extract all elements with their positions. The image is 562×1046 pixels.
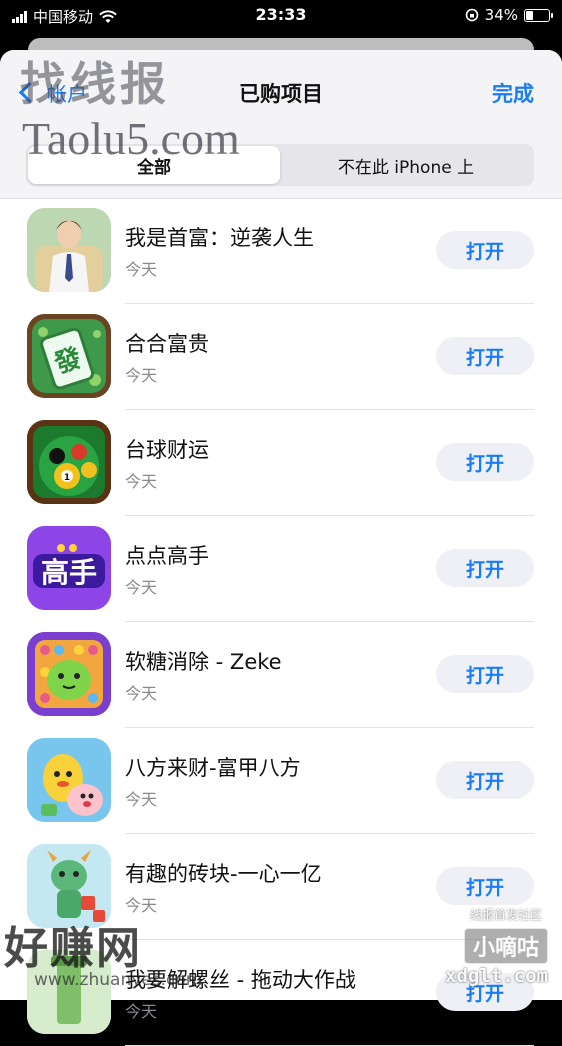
open-button[interactable]: 打开 (436, 761, 534, 799)
app-name: 合合富贵 (125, 332, 209, 356)
open-button[interactable]: 打开 (436, 973, 534, 1011)
app-name: 我是首富：逆袭人生 (125, 226, 314, 250)
segment-not-on-device[interactable]: 不在此 iPhone 上 (280, 146, 532, 184)
mahjong-tile-app-icon[interactable]: 發 (27, 314, 111, 398)
list-item[interactable]: 我是首富：逆袭人生 今天 打开 (0, 198, 562, 304)
list-item[interactable]: 高手 点点高手 今天 打开 (0, 516, 562, 622)
segmented-control: 全部 不在此 iPhone 上 (26, 144, 534, 186)
app-date: 今天 (125, 260, 158, 279)
segment-area: 全部 不在此 iPhone 上 (0, 132, 562, 199)
gaoshou-app-icon[interactable]: 高手 (27, 526, 111, 610)
businessman-app-icon[interactable] (27, 208, 111, 292)
list-item[interactable]: 软糖消除 - Zeke 今天 打开 (0, 622, 562, 728)
segment-all[interactable]: 全部 (28, 146, 280, 184)
battery-icon (524, 8, 553, 22)
billiards-app-icon[interactable]: 1 (27, 420, 111, 504)
open-button[interactable]: 打开 (436, 443, 534, 481)
orientation-lock-icon (465, 8, 478, 22)
open-button[interactable]: 打开 (436, 337, 534, 375)
app-date: 今天 (125, 790, 158, 809)
page-title: 已购项目 (239, 82, 323, 106)
svg-text:1: 1 (64, 473, 70, 483)
app-name: 八方来财-富甲八方 (125, 756, 301, 780)
app-date: 今天 (125, 366, 158, 385)
purchased-app-list: 我是首富：逆袭人生 今天 打开 發 合合富贵 今天 打开 1 台球财运 今天 打… (0, 198, 562, 1046)
app-name: 我要解螺丝 - 拖动大作战 (125, 968, 356, 992)
battery-percent: 34% (484, 6, 518, 24)
open-button[interactable]: 打开 (436, 655, 534, 693)
app-name: 有趣的砖块-一心一亿 (125, 862, 322, 886)
jelly-candy-app-icon[interactable] (27, 632, 111, 716)
list-item[interactable]: 發 合合富贵 今天 打开 (0, 304, 562, 410)
app-date: 今天 (125, 578, 158, 597)
svg-text:高手: 高手 (41, 556, 97, 589)
done-button[interactable]: 完成 (492, 78, 534, 108)
screw-app-icon[interactable] (27, 950, 111, 1034)
list-item[interactable]: 有趣的砖块-一心一亿 今天 打开 (0, 834, 562, 940)
dragon-app-icon[interactable] (27, 844, 111, 928)
app-name: 台球财运 (125, 438, 209, 462)
navigation-bar: 帐户 已购项目 完成 (0, 50, 562, 132)
open-button[interactable]: 打开 (436, 549, 534, 587)
app-name: 软糖消除 - Zeke (125, 650, 282, 674)
list-item[interactable]: 八方来财-富甲八方 今天 打开 (0, 728, 562, 834)
app-date: 今天 (125, 1002, 158, 1021)
list-item[interactable]: 1 台球财运 今天 打开 (0, 410, 562, 516)
open-button[interactable]: 打开 (436, 867, 534, 905)
app-date: 今天 (125, 684, 158, 703)
open-button[interactable]: 打开 (436, 231, 534, 269)
list-item[interactable]: 我要解螺丝 - 拖动大作战 今天 打开 (0, 940, 562, 1046)
status-bar: 中国移动 23:33 34% (0, 0, 562, 32)
app-date: 今天 (125, 472, 158, 491)
app-name: 点点高手 (125, 544, 209, 568)
cartoon-characters-app-icon[interactable] (27, 738, 111, 822)
app-date: 今天 (125, 896, 158, 915)
